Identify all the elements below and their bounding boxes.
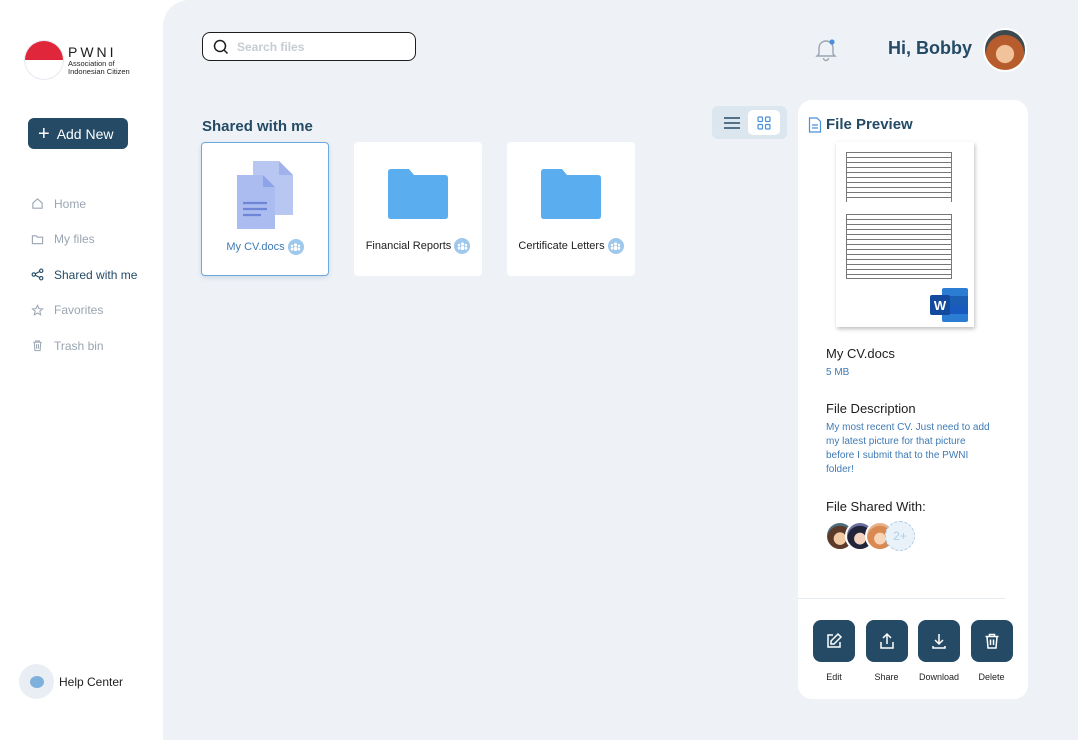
word-document-icon: W (930, 288, 968, 322)
share-button[interactable]: Share (865, 620, 908, 682)
document-icon (808, 116, 822, 133)
file-name: Financial Reports (365, 240, 452, 252)
file-actions: Edit Share Download Delete (813, 620, 1023, 682)
sidebar-item-label: Favorites (54, 303, 104, 318)
list-view-button[interactable] (716, 110, 748, 135)
edit-button[interactable]: Edit (813, 620, 855, 682)
file-card-financial-reports[interactable]: Financial Reports (354, 142, 482, 276)
brand-name: PWNI (68, 43, 117, 60)
download-label: Download (918, 672, 960, 682)
sidebar-nav: Home My files Shared with me Favorites T… (31, 186, 137, 364)
help-chat-icon (19, 664, 54, 699)
user-greeting: Hi, Bobby (888, 38, 972, 58)
file-grid: My CV.docs Financial Reports Certificate… (201, 142, 660, 276)
file-description-text: My most recent CV. Just need to add my l… (826, 422, 990, 475)
logo[interactable]: PWNI Association of Indonesian Citizen (24, 40, 130, 80)
sidebar-item-shared[interactable]: Shared with me (31, 257, 137, 293)
folder-icon (31, 234, 44, 244)
share-label: Share (874, 672, 899, 682)
sidebar-item-home[interactable]: Home (31, 186, 137, 222)
file-preview-title: File Preview (826, 116, 913, 133)
edit-icon (827, 632, 843, 648)
sidebar-item-label: My files (54, 232, 95, 247)
folder-icon (388, 169, 448, 219)
delete-icon (985, 633, 998, 649)
sidebar-item-trash[interactable]: Trash bin (31, 328, 137, 364)
plus-icon: + (38, 122, 50, 145)
home-icon (32, 198, 43, 209)
more-shared-users[interactable]: 2+ (885, 521, 915, 551)
trash-icon (33, 340, 42, 352)
download-icon (932, 634, 946, 649)
preview-file-name: My CV.docs (826, 346, 895, 361)
preview-file-size: 5 MB (826, 367, 850, 378)
document-thumbnail[interactable]: W (836, 142, 974, 327)
delete-label: Delete (978, 672, 1005, 682)
divider (798, 598, 1005, 599)
grid-view-button[interactable] (748, 110, 780, 135)
sidebar: PWNI Association of Indonesian Citizen +… (0, 0, 163, 740)
user-avatar[interactable] (983, 28, 1027, 72)
app-root: PWNI Association of Indonesian Citizen +… (0, 0, 1078, 740)
sidebar-item-label: Shared with me (54, 267, 138, 282)
svg-text:W: W (934, 298, 947, 313)
file-name: Certificate Letters (518, 240, 605, 252)
help-center-label: Help Center (59, 674, 124, 689)
add-new-button[interactable]: + Add New (28, 118, 128, 149)
search-icon (213, 39, 229, 54)
share-icon (31, 268, 44, 281)
notification-bell-icon[interactable] (813, 36, 839, 62)
shared-users: 2+ (825, 521, 915, 551)
sidebar-item-label: Home (54, 196, 87, 211)
file-preview-panel: File Preview W My CV.docs 5 MB File Desc… (798, 100, 1028, 699)
file-shared-with-heading: File Shared With: (826, 499, 926, 514)
folder-icon (541, 169, 601, 219)
add-new-label: Add New (56, 125, 114, 142)
search-input[interactable] (237, 39, 397, 54)
help-center-link[interactable]: Help Center (19, 664, 123, 699)
edit-label: Edit (826, 672, 842, 682)
view-toggle (712, 106, 787, 139)
documents-icon (237, 161, 293, 229)
sidebar-item-favorites[interactable]: Favorites (31, 293, 137, 329)
sidebar-item-label: Trash bin (54, 338, 104, 353)
file-card-certificate-letters[interactable]: Certificate Letters (507, 142, 635, 276)
file-card-my-cv[interactable]: My CV.docs (201, 142, 329, 276)
star-icon (31, 303, 44, 316)
sidebar-item-my-files[interactable]: My files (31, 222, 137, 258)
search-box[interactable] (202, 32, 416, 61)
shared-group-icon (607, 238, 624, 254)
file-description-heading: File Description (826, 401, 916, 416)
file-name: My CV.docs (226, 241, 285, 253)
shared-group-icon (287, 239, 304, 255)
file-preview-heading: File Preview (808, 116, 913, 133)
grid-view-icon (757, 115, 771, 130)
brand-subtitle-2: Indonesian Citizen (68, 66, 130, 76)
upload-share-icon (879, 632, 894, 649)
list-view-icon (724, 116, 740, 129)
flag-logo-icon (24, 40, 64, 80)
page-title: Shared with me (202, 118, 313, 135)
download-button[interactable]: Download (918, 620, 960, 682)
delete-button[interactable]: Delete (970, 620, 1013, 682)
shared-group-icon (454, 238, 471, 254)
main-content: Hi, Bobby Shared with me (163, 0, 1078, 740)
